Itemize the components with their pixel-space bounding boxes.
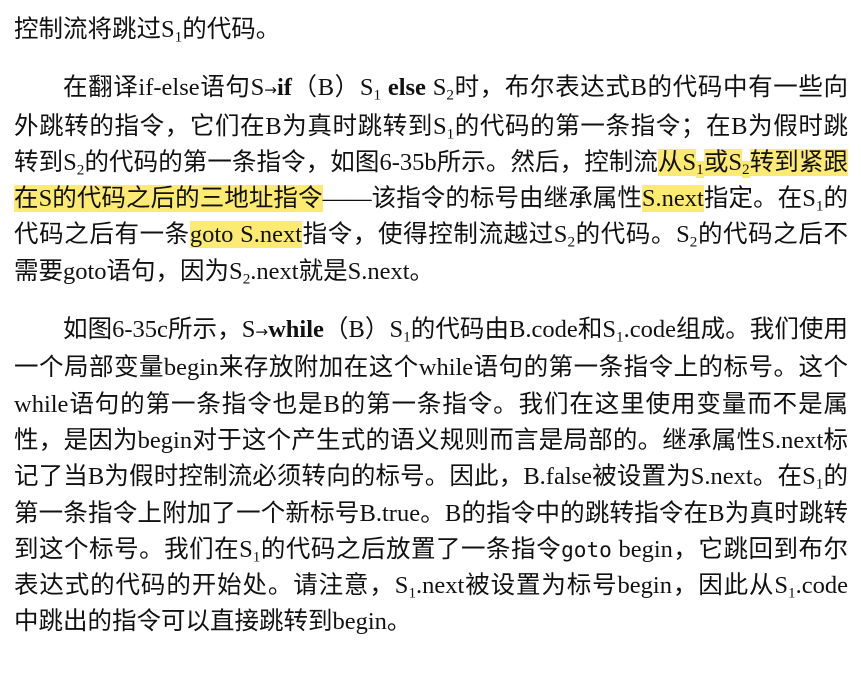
subscript: 1 — [616, 328, 624, 346]
highlighted-subscript: 1 — [696, 161, 704, 179]
text-run: ——该指令的标号由继承属性 — [322, 185, 642, 213]
subscript: 1 — [408, 584, 417, 602]
keyword: if — [276, 74, 292, 102]
text-run: 如图6-35c所示，S — [63, 316, 256, 344]
paragraph-if-else: 在翻译if-else语句S→if（B）S1 else S2时，布尔表达式B的代码… — [14, 70, 848, 290]
code-keyword: goto — [561, 536, 612, 562]
highlighted-text-run: S.next — [641, 185, 704, 213]
highlighted-text-run: 或S — [703, 148, 743, 176]
paragraph-while: 如图6-35c所示，S→while（B）S1的代码由B.code和S1.code… — [14, 312, 848, 641]
text-run: 的代码。S — [575, 221, 690, 249]
arrow-symbol: → — [255, 323, 269, 342]
text-run — [381, 74, 388, 101]
text-run: 在翻译if-else语句S — [63, 74, 265, 102]
text-run: （B）S — [323, 316, 404, 344]
highlighted-text-run: 从S — [657, 148, 697, 176]
text-run: 控制流将跳过S — [14, 16, 175, 43]
subscript: 1 — [788, 584, 796, 602]
keyword: while — [268, 316, 324, 344]
text-run: （B）S — [291, 74, 374, 102]
document-page: 控制流将跳过S1的代码。 在翻译if-else语句S→if（B）S1 else … — [0, 0, 861, 692]
text-run: 的代码的第一条指令，如图6-35b所示。然后，控制流 — [84, 148, 658, 176]
subscript: 2 — [567, 233, 576, 251]
paragraph-1: 控制流将跳过S1的代码。 — [14, 12, 848, 48]
highlighted-text-run: goto S.next — [189, 221, 303, 249]
text-run: .next被设置为标号begin，因此从S — [416, 572, 789, 600]
text-run: 的代码之后放置了一条指令 — [260, 535, 562, 563]
text-run: .next就是S.next。 — [250, 257, 435, 285]
subscript: 1 — [403, 328, 411, 346]
subscript: 2 — [446, 86, 454, 104]
subscript: 1 — [373, 86, 382, 104]
text-run: 指令，使得控制流越过S — [302, 221, 568, 249]
keyword: else — [387, 74, 426, 102]
text-run: S — [425, 74, 447, 102]
text-run: 的代码由B.code和S — [410, 316, 617, 344]
text-run: 指定。在S — [703, 185, 816, 213]
text-run: 的代码。 — [182, 16, 281, 43]
highlighted-subscript: 2 — [742, 161, 750, 179]
arrow-symbol: → — [264, 81, 277, 100]
